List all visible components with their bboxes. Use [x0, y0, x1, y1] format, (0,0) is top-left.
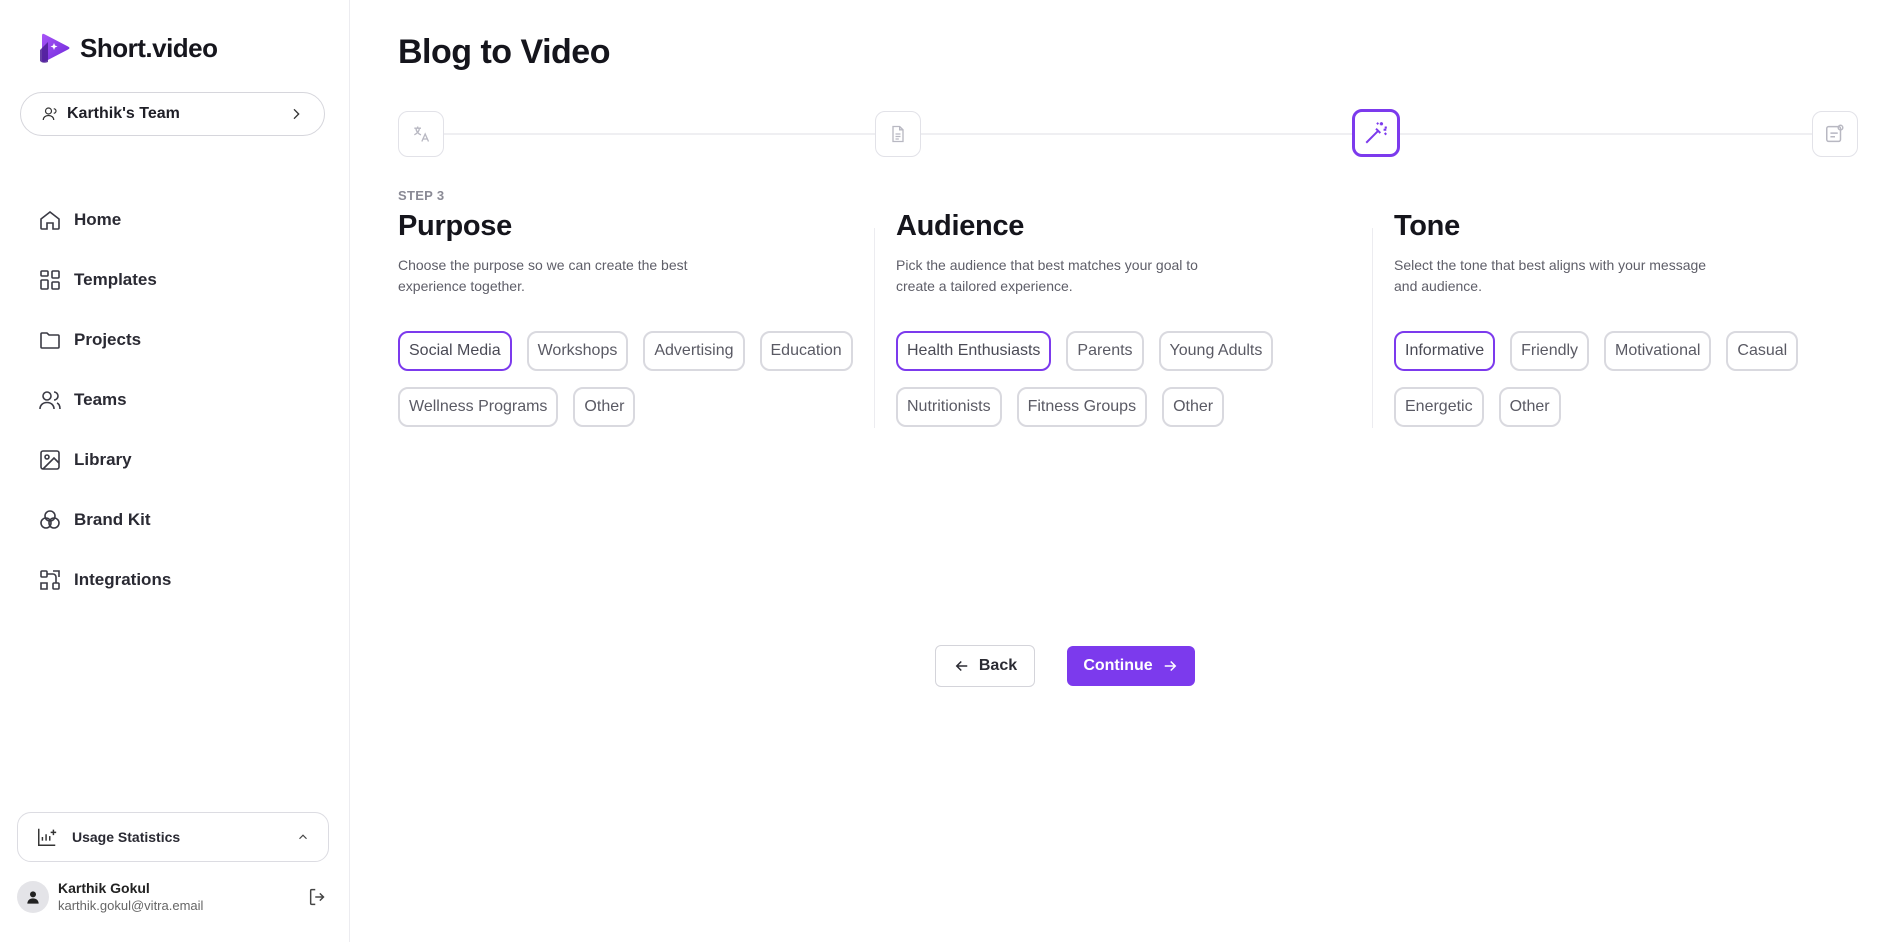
- purpose-option-social-media[interactable]: Social Media: [398, 331, 512, 371]
- brand-kit-icon: [40, 510, 60, 529]
- stepper: [398, 109, 1858, 158]
- audience-option-other[interactable]: Other: [1162, 387, 1225, 427]
- logout-icon[interactable]: [307, 886, 329, 908]
- tone-option-other[interactable]: Other: [1498, 387, 1561, 427]
- tone-option-friendly[interactable]: Friendly: [1510, 331, 1590, 371]
- templates-icon: [40, 270, 60, 290]
- sidebar-item-label: Teams: [74, 390, 127, 409]
- back-button-label: Back: [978, 657, 1018, 674]
- stepper-line: [398, 133, 1858, 135]
- logo-text: Short.video: [80, 32, 218, 63]
- logo[interactable]: Short.video: [38, 30, 218, 66]
- step-label: STEP 3: [398, 188, 445, 203]
- sidebar-item-label: Templates: [74, 270, 157, 289]
- audience-title: Audience: [896, 210, 1025, 242]
- audience-option-fitness-groups[interactable]: Fitness Groups: [1016, 387, 1148, 427]
- audience-section: Audience Pick the audience that best mat…: [896, 210, 1366, 427]
- chart-icon: [38, 828, 57, 846]
- purpose-option-other[interactable]: Other: [573, 387, 636, 427]
- tone-option-energetic[interactable]: Energetic: [1394, 387, 1484, 427]
- document-icon: [892, 125, 904, 143]
- step-3[interactable]: [1352, 109, 1400, 157]
- step-1[interactable]: [398, 111, 444, 157]
- purpose-description: Choose the purpose so we can create the …: [398, 257, 688, 294]
- logo-icon: [40, 33, 70, 63]
- sidebar-item-templates[interactable]: Templates: [38, 250, 171, 310]
- users-icon: [39, 391, 61, 410]
- section-divider: [874, 228, 875, 428]
- continue-button-label: Continue: [1083, 657, 1153, 674]
- purpose-section: Purpose Choose the purpose so we can cre…: [398, 210, 868, 427]
- audience-option-young-adults[interactable]: Young Adults: [1158, 331, 1274, 371]
- sidebar-item-integrations[interactable]: Integrations: [38, 550, 171, 610]
- preview-icon: [1826, 124, 1844, 143]
- home-icon: [40, 210, 60, 230]
- audience-option-nutritionists[interactable]: Nutritionists: [896, 387, 1002, 427]
- audience-option-health-enthusiasts[interactable]: Health Enthusiasts: [896, 331, 1052, 371]
- audience-option-parents[interactable]: Parents: [1066, 331, 1144, 371]
- sidebar-item-label: Library: [74, 450, 132, 469]
- tone-section: Tone Select the tone that best aligns wi…: [1394, 210, 1864, 427]
- usage-statistics-toggle[interactable]: Usage Statistics: [17, 812, 329, 862]
- sidebar: Short.video Karthik's Team Home Template…: [0, 0, 350, 942]
- magic-wand-icon: [1365, 122, 1387, 144]
- folder-icon: [40, 332, 60, 349]
- usage-statistics-label: Usage Statistics: [72, 829, 181, 845]
- app-root: Short.video Karthik's Team Home Template…: [0, 0, 1900, 942]
- person-icon: [27, 890, 39, 904]
- main-content: Blog to Video STEP 3 Purpose Choose the …: [350, 0, 1900, 942]
- user-email: karthik.gokul@vitra.email: [58, 898, 204, 913]
- user-name: Karthik Gokul: [58, 880, 150, 896]
- section-divider: [1372, 228, 1373, 428]
- purpose-title: Purpose: [398, 210, 512, 242]
- sidebar-item-projects[interactable]: Projects: [38, 310, 171, 370]
- step-2[interactable]: [875, 111, 921, 157]
- integrations-icon: [40, 570, 60, 590]
- sidebar-item-label: Brand Kit: [74, 510, 151, 529]
- image-icon: [40, 450, 60, 470]
- purpose-option-workshops[interactable]: Workshops: [526, 331, 629, 371]
- chevron-right-icon: [293, 108, 300, 120]
- sidebar-item-label: Home: [74, 210, 122, 229]
- team-name: Karthik's Team: [67, 105, 180, 122]
- page-title: Blog to Video: [398, 33, 610, 71]
- chevron-up-icon: [299, 834, 307, 840]
- step-4[interactable]: [1812, 111, 1858, 157]
- tone-option-informative[interactable]: Informative: [1394, 331, 1496, 371]
- user-meta: Karthik Gokul karthik.gokul@vitra.email: [58, 880, 307, 913]
- arrow-right-icon: [1164, 660, 1176, 672]
- purpose-option-education[interactable]: Education: [759, 331, 853, 371]
- tone-option-motivational[interactable]: Motivational: [1604, 331, 1712, 371]
- purpose-option-wellness-programs[interactable]: Wellness Programs: [398, 387, 559, 427]
- user-profile: Karthik Gokul karthik.gokul@vitra.email: [17, 880, 329, 913]
- audience-options: Health Enthusiasts Parents Young Adults …: [896, 331, 1376, 427]
- sidebar-nav: Home Templates Projects Teams Library Br…: [38, 190, 171, 610]
- audience-description: Pick the audience that best matches your…: [896, 257, 1198, 294]
- tone-title: Tone: [1394, 210, 1460, 242]
- sidebar-item-library[interactable]: Library: [38, 430, 171, 490]
- translate-icon: [414, 126, 430, 142]
- arrow-left-icon: [955, 660, 968, 672]
- user-icon: [42, 107, 57, 121]
- sidebar-item-label: Integrations: [74, 570, 172, 589]
- sidebar-item-brand-kit[interactable]: Brand Kit: [38, 490, 171, 550]
- avatar[interactable]: [17, 880, 49, 913]
- tone-description: Select the tone that best aligns with yo…: [1394, 257, 1707, 294]
- tone-options: Informative Friendly Motivational Casual…: [1394, 331, 1874, 427]
- team-switcher-button[interactable]: Karthik's Team: [20, 92, 325, 136]
- purpose-option-advertising[interactable]: Advertising: [643, 331, 745, 371]
- sidebar-item-label: Projects: [74, 330, 142, 349]
- sidebar-item-teams[interactable]: Teams: [38, 370, 171, 430]
- back-button[interactable]: Back: [935, 645, 1035, 687]
- continue-button[interactable]: Continue: [1067, 646, 1195, 686]
- tone-option-casual[interactable]: Casual: [1726, 331, 1799, 371]
- sidebar-item-home[interactable]: Home: [38, 190, 171, 250]
- purpose-options: Social Media Workshops Advertising Educa…: [398, 331, 878, 427]
